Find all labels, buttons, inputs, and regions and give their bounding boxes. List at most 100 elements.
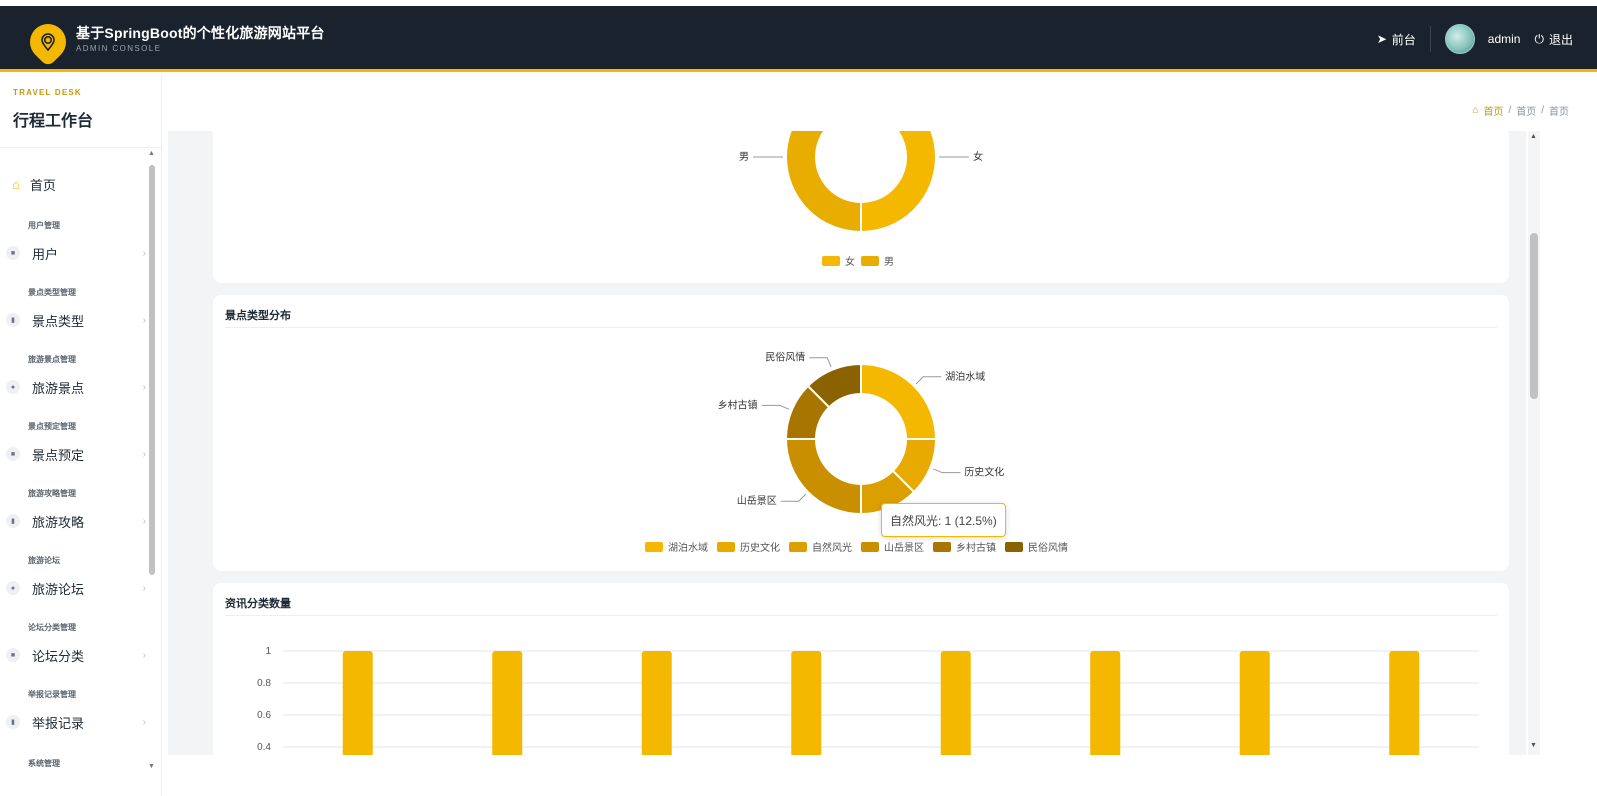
y-tick-label: 0.8 <box>257 678 271 689</box>
home-icon: ⌂ <box>12 177 20 192</box>
slice-label: 历史文化 <box>964 466 1004 479</box>
group-label: 旅游攻略管理 <box>28 489 76 498</box>
gender-chart-card: 女男女男 <box>213 131 1509 283</box>
sidebar-item-home[interactable]: ⌂ 首页 <box>12 175 56 194</box>
content-scrollbar-track[interactable] <box>1528 131 1540 755</box>
sidebar: TRAVEL DESK 行程工作台 ⌂ 首页 用户管理 ■ 用户 › 景点类型管理 … <box>0 75 162 796</box>
slice-label: 男 <box>739 151 749 163</box>
avatar <box>1444 24 1475 54</box>
breadcrumb-item[interactable]: 首页 <box>1483 103 1503 118</box>
legend-swatch <box>1005 542 1023 552</box>
scroll-down-icon[interactable]: ▼ <box>1530 742 1537 749</box>
legend-label: 女 <box>845 255 855 268</box>
group-label: 系统管理 <box>28 759 60 768</box>
logo-icon <box>22 16 74 68</box>
front-label: 前台 <box>1391 32 1416 47</box>
sidebar-item-label: 旅游论坛 <box>32 581 85 597</box>
logout-button[interactable]: ⏻ 退出 <box>1534 31 1573 48</box>
group-label: 用户管理 <box>28 221 60 230</box>
group-label: 景点预定管理 <box>28 422 76 431</box>
slice-label: 山岳景区 <box>737 495 777 507</box>
sidebar-item-forum[interactable]: ● 旅游论坛 › <box>6 577 146 599</box>
legend-swatch <box>861 542 879 552</box>
home-icon: ⌂ <box>1472 105 1479 116</box>
sidebar-item-users[interactable]: ■ 用户 › <box>6 242 146 264</box>
chevron-right-icon: › <box>142 314 146 326</box>
header-divider <box>1429 26 1431 52</box>
legend-swatch <box>789 542 807 552</box>
briefcase-icon: ■ <box>6 648 20 662</box>
scroll-down-icon[interactable]: ▼ <box>148 763 155 770</box>
content-scrollbar[interactable] <box>1530 233 1538 399</box>
chart-tooltip: 自然风光: 1 (12.5%) <box>881 503 1006 537</box>
chevron-right-icon: › <box>142 381 146 393</box>
spot-type-chart-card: 景点类型分布 湖泊水域历史文化自然风光山岳景区乡村古镇民俗风情湖泊水域历史文化自… <box>213 295 1509 571</box>
bar <box>492 651 523 755</box>
group-label: 旅游论坛 <box>28 556 60 565</box>
bar <box>1239 651 1270 755</box>
user-menu[interactable]: admin <box>1444 24 1521 54</box>
y-tick-label: 1 <box>265 646 271 657</box>
card-title: 景点类型分布 <box>225 310 291 322</box>
breadcrumb-separator: / <box>1508 105 1512 116</box>
bar <box>1090 651 1121 755</box>
sidebar-item-guides[interactable]: ▮ 旅游攻略 › <box>6 510 146 532</box>
label-leader-line <box>780 493 807 502</box>
scroll-up-icon[interactable]: ▲ <box>148 150 155 157</box>
y-tick-label: 0.6 <box>257 710 271 721</box>
chevron-right-icon: › <box>142 649 146 661</box>
group-label: 论坛分类管理 <box>28 623 76 632</box>
legend-label: 男 <box>884 256 894 268</box>
user-name: admin <box>1487 32 1521 46</box>
power-icon: ⏻ <box>1534 31 1544 46</box>
pie-slice <box>785 131 862 234</box>
dashboard-content: 女男女男 景点类型分布 湖泊水域历史文化自然风光山岳景区乡村古镇民俗风情湖泊水域… <box>168 131 1526 755</box>
chevron-right-icon: › <box>142 582 146 594</box>
sidebar-item-spots[interactable]: ● 旅游景点 › <box>6 376 146 398</box>
legend-label: 乡村古镇 <box>956 541 996 554</box>
bar <box>342 651 373 755</box>
sidebar-kicker: TRAVEL DESK <box>13 88 82 97</box>
news-category-chart-card: 资讯分类数量 10.80.60.40.2 <box>213 583 1509 755</box>
slice-label: 女 <box>973 150 983 163</box>
sidebar-title: 行程工作台 <box>13 113 94 130</box>
breadcrumb-item[interactable]: 首页 <box>1516 103 1536 118</box>
sidebar-item-label: 旅游攻略 <box>32 514 85 530</box>
chevron-right-icon: › <box>142 247 146 259</box>
bar <box>641 651 672 755</box>
legend-swatch <box>717 542 735 552</box>
news-category-bar-chart: 10.80.60.40.2 <box>257 646 1479 755</box>
label-leader-line <box>915 376 942 385</box>
sidebar-scrollbar[interactable] <box>149 165 155 575</box>
legend-swatch <box>861 256 879 266</box>
sidebar-item-reports[interactable]: ▮ 举报记录 › <box>6 711 146 733</box>
legend-swatch <box>645 542 663 552</box>
sidebar-item-forum-categories[interactable]: ■ 论坛分类 › <box>6 644 146 666</box>
logout-label: 退出 <box>1548 32 1573 47</box>
sidebar-item-label: 论坛分类 <box>32 648 85 664</box>
pin-icon: ● <box>6 581 20 595</box>
legend-swatch <box>822 256 840 266</box>
scroll-up-icon[interactable]: ▲ <box>1530 133 1537 140</box>
briefcase-icon: ■ <box>6 246 20 260</box>
sidebar-item-bookings[interactable]: ■ 景点预定 › <box>6 443 146 465</box>
front-link[interactable]: ➤ 前台 <box>1377 31 1416 48</box>
sidebar-item-spot-types[interactable]: ▮ 景点类型 › <box>6 309 146 331</box>
card-title: 资讯分类数量 <box>225 598 291 610</box>
sidebar-divider <box>0 147 161 148</box>
send-icon: ➤ <box>1376 32 1387 46</box>
sidebar-item-label: 首页 <box>29 178 56 193</box>
chevron-right-icon: › <box>142 716 146 728</box>
bar <box>940 651 971 755</box>
sidebar-item-label: 景点预定 <box>32 447 85 463</box>
sidebar-item-label: 旅游景点 <box>32 380 85 396</box>
gender-pie-chart: 女男女男 <box>739 131 983 268</box>
sidebar-item-label: 景点类型 <box>32 313 85 329</box>
pie-slice <box>860 362 938 440</box>
briefcase-icon: ■ <box>6 447 20 461</box>
bar-chart-icon: ▮ <box>6 313 20 327</box>
label-leader-line <box>761 404 790 410</box>
y-tick-label: 0.4 <box>257 742 271 753</box>
group-label: 举报记录管理 <box>28 690 76 699</box>
slice-label: 湖泊水域 <box>945 370 985 383</box>
